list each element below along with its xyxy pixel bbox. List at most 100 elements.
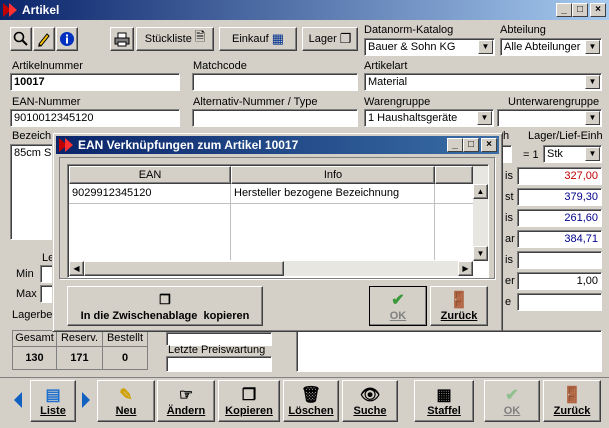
minimize-button[interactable]: _ [556,3,572,17]
artikelnummer-label: Artikelnummer [12,60,83,72]
price-field[interactable] [517,251,602,269]
dialog-title-bar[interactable]: EAN Verknüpfungen zum Artikel 10017 _ □ … [56,136,499,154]
neu-label: Neu [115,405,137,417]
price-field[interactable]: 261,60 [517,209,602,227]
maximize-button[interactable]: □ [572,3,588,17]
scroll-right-button[interactable]: ▶ [458,261,473,276]
warengruppe-select[interactable]: 1 Haushaltsgeräte ▼ [364,109,494,127]
edit-tool-button[interactable] [33,27,55,51]
ean-cell[interactable]: 9029912345120 [69,184,231,203]
altnr-field[interactable] [192,109,358,127]
ean-column-header[interactable]: EAN [69,166,231,184]
scroll-down-button[interactable]: ▼ [473,246,488,261]
loeschen-button[interactable]: 🗑 Löschen [283,380,339,422]
table-row[interactable]: 9029912345120 Hersteller bezogene Bezeich… [69,184,473,204]
dialog-back-label: Zurück [440,310,478,322]
warengruppe-value: 1 Haushaltsgeräte [368,112,458,124]
stock-value-gesamt: 130 [13,347,57,369]
liste-label: Liste [40,405,66,417]
ean-table: EAN Info 9029912345120 Hersteller bezogen… [67,164,489,278]
datanorm-select[interactable]: Bauer & Sohn KG ▼ [364,38,495,56]
edit-hand-icon: ☞ [178,387,194,404]
trash-icon: 🗑 [300,387,322,404]
stock-header-bestellt: Bestellt [106,332,144,344]
einkauf-button[interactable]: Einkauf ▦ [219,27,297,51]
chevron-down-icon[interactable]: ▼ [585,40,600,54]
liste-button[interactable]: ▤ Liste [30,380,76,422]
clipboard-icon: ❐ [159,292,171,307]
staffel-button[interactable]: ▦ Staffel [414,380,474,422]
unterwarengruppe-select[interactable]: ▼ [497,109,602,127]
chevron-down-icon[interactable]: ▼ [585,75,600,89]
dialog-ok-button[interactable]: ✔ OK [369,286,427,326]
dialog-maximize-button[interactable]: □ [463,138,479,152]
next-arrow-icon[interactable] [82,392,90,408]
clipboard-label: In die Zwischenablage kopieren [80,310,250,322]
info-tool-button[interactable] [56,27,78,51]
artikelnummer-field[interactable]: 10017 [10,73,180,91]
aendern-button[interactable]: ☞ Ändern [157,380,215,422]
chevron-down-icon[interactable]: ▼ [585,147,600,161]
price-label: er [505,275,515,287]
dialog-minimize-button[interactable]: _ [447,138,463,152]
price-field[interactable]: 384,71 [517,230,602,248]
main-zurueck-button[interactable]: 🚪 Zurück [543,380,601,422]
print-tool-button[interactable] [110,27,134,51]
price-value: 327,00 [564,170,598,182]
extra-column-header[interactable] [435,166,473,184]
vertical-scrollbar[interactable]: ▲ ▼ [473,166,488,261]
info-column-header[interactable]: Info [231,166,435,184]
stock-header-gesamt: Gesamt [13,331,57,346]
dialog-close-button[interactable]: × [481,138,497,152]
stock-value-bestellt: 0 [121,352,129,364]
aendern-label: Ändern [166,405,206,417]
main-zurueck-label: Zurück [553,405,591,417]
price-label: is [505,170,513,182]
price-field[interactable]: 379,30 [517,188,602,206]
abteilung-select[interactable]: Alle Abteilunger ▼ [500,38,602,56]
ean-field[interactable]: 9010012345120 [10,109,180,127]
einheit-select[interactable]: Stk ▼ [543,145,602,163]
abteilung-label: Abteilung [500,24,546,36]
price-field[interactable]: 1,00 [517,272,602,290]
suche-button[interactable]: 👁 Suche [342,380,398,422]
scroll-left-button[interactable]: ◀ [69,261,84,276]
info-cell[interactable]: Hersteller bezogene Bezeichnung [231,184,435,203]
artikelart-label: Artikelart [364,60,408,72]
new-pencil-icon: ✎ [119,387,133,404]
scroll-thumb[interactable] [84,261,284,276]
main-ok-button[interactable]: ✔ OK [484,380,540,422]
clipboard-button[interactable]: ❐ In die Zwischenablage kopieren [67,286,263,326]
lager-button[interactable]: Lager ❐ [302,27,358,51]
chevron-down-icon[interactable]: ▼ [585,111,600,125]
chevron-down-icon[interactable]: ▼ [478,40,493,54]
stueckliste-button[interactable]: Stückliste 🗎 [136,27,214,51]
price-field[interactable]: 327,00 [517,167,602,185]
prev-arrow-icon[interactable] [14,392,22,408]
checkmark-icon: ✔ [391,292,405,309]
letzte-preiswartung-field[interactable] [166,356,272,372]
kopieren-button[interactable]: ❐ Kopieren [218,380,280,422]
price-label: is [505,254,513,266]
chevron-down-icon[interactable]: ▼ [477,111,492,125]
artikelart-value: Material [368,76,408,88]
matchcode-field[interactable] [192,73,358,91]
notes-field[interactable] [296,330,602,372]
close-button[interactable]: × [590,3,606,17]
staffel-label: Staffel [427,405,461,417]
ean-dialog: EAN Verknüpfungen zum Artikel 10017 _ □ … [52,132,503,332]
purchase-icon: ▦ [271,31,284,46]
einheit-label: h [503,130,510,142]
neu-button[interactable]: ✎ Neu [97,380,155,422]
search-tool-button[interactable] [10,27,32,51]
kopieren-label: Kopieren [225,405,273,417]
dialog-back-button[interactable]: 🚪 Zurück [430,286,488,326]
horizontal-scrollbar[interactable]: ◀ ▶ [69,261,473,276]
main-title-bar[interactable]: Artikel _ □ × [0,0,609,20]
abteilung-value: Alle Abteilunger [504,41,581,53]
scroll-up-button[interactable]: ▲ [473,184,488,199]
main-window-title: Artikel [22,3,60,17]
artikelart-select[interactable]: Material ▼ [364,73,602,91]
price-field[interactable] [517,293,602,311]
artikelnummer-value: 10017 [14,76,45,88]
